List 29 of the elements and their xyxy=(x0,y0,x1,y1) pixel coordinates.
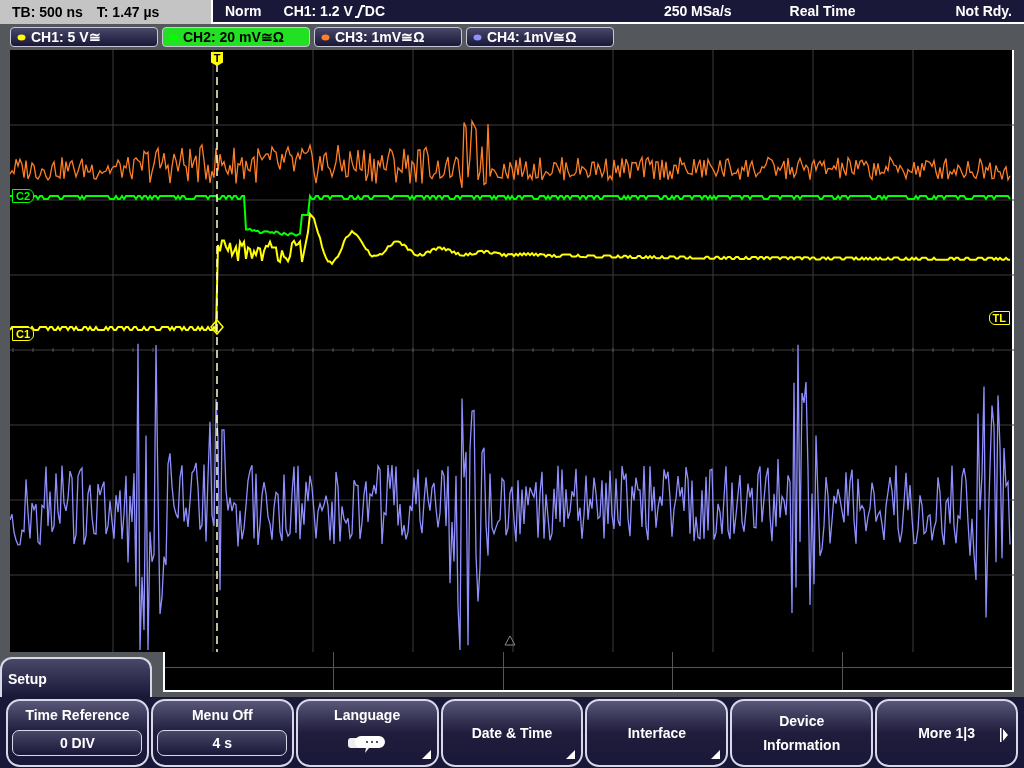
run-state-text: Not Rdy. xyxy=(955,1,1012,21)
acquisition-mode-text: Real Time xyxy=(789,1,856,21)
channel-marker: TL xyxy=(988,311,1010,325)
value-field[interactable]: 4 s xyxy=(157,730,288,756)
sample-rate-text: 250 MSa/s xyxy=(663,1,732,21)
softkey[interactable]: Time Reference 0 DIV xyxy=(6,699,149,767)
softkey[interactable]: Language xyxy=(295,699,439,767)
channel-marker: C1 xyxy=(12,327,35,341)
trigger-mode-text: Norm xyxy=(225,1,262,21)
channel-tab[interactable]: CH2: 20 mV≅Ω xyxy=(162,27,310,47)
channel-tab[interactable]: CH3: 1mV≅Ω xyxy=(314,27,462,47)
value-field[interactable]: 0 DIV xyxy=(12,730,143,756)
next-arrow-icon xyxy=(1000,728,1008,742)
trigger-coupling-text: DC xyxy=(364,1,386,21)
softkey[interactable]: Device Information xyxy=(730,699,874,767)
trigger-time-text: T: 1.47 µs xyxy=(96,2,160,22)
trigger-source-text: CH1: 1.2 V xyxy=(283,1,353,21)
timebase-text: TB: 500 ns xyxy=(12,2,83,22)
softkey[interactable]: More 1|3 xyxy=(875,699,1018,767)
center-marker-icon xyxy=(504,635,516,646)
softkey[interactable]: Date & Time xyxy=(440,699,584,767)
channel-tab[interactable]: CH1: 5 V≅ xyxy=(10,27,158,47)
channel-marker: C2 xyxy=(12,189,35,203)
channel-tab[interactable]: CH4: 1mV≅Ω xyxy=(466,27,614,47)
rising-edge-icon xyxy=(354,4,365,18)
trigger-level-diamond-icon xyxy=(210,318,224,336)
trigger-marker: T xyxy=(211,52,223,66)
softkey[interactable]: Interface xyxy=(585,699,729,767)
softkey[interactable]: Menu Off 4 s xyxy=(150,699,294,767)
